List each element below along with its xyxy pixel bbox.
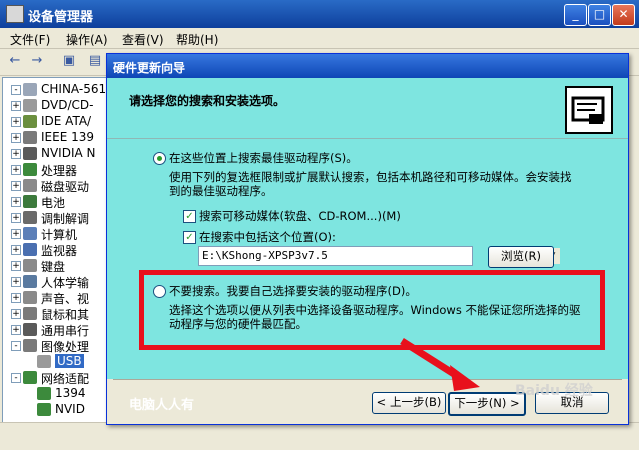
- checkbox-include-location-label[interactable]: 在搜索中包括这个位置(O):: [199, 229, 336, 245]
- device-icon: [23, 339, 37, 352]
- tree-item-label: 图像处理: [41, 340, 90, 354]
- device-icon: [23, 227, 37, 240]
- properties-icon[interactable]: ▣: [60, 53, 78, 69]
- expand-icon[interactable]: +: [11, 133, 21, 143]
- tree-item-label: 鼠标和其: [41, 308, 90, 322]
- menu-action[interactable]: 操作(A): [66, 31, 108, 48]
- expand-icon[interactable]: +: [11, 277, 21, 287]
- collapse-icon[interactable]: -: [11, 373, 21, 383]
- device-icon: [23, 307, 37, 320]
- highlight-box: [139, 270, 605, 350]
- close-button[interactable]: ✕: [612, 4, 635, 26]
- watermark-text: 电脑人人有: [129, 398, 195, 413]
- title-bar[interactable]: 设备管理器 _ □ ✕: [0, 0, 639, 28]
- option1-description-line2: 到的最佳驱动程序。: [169, 184, 273, 198]
- baidu-watermark: Baidu 经验: [515, 383, 593, 399]
- menu-file[interactable]: 文件(F): [10, 31, 50, 48]
- device-icon: [23, 211, 37, 224]
- red-arrow-icon: [400, 338, 480, 391]
- wizard-heading: 请选择您的搜索和安装选项。: [129, 94, 286, 108]
- location-path-value: E:\KShong-XPSP3v7.5: [202, 249, 328, 262]
- expand-icon[interactable]: +: [11, 293, 21, 303]
- expand-icon[interactable]: +: [11, 261, 21, 271]
- back-arrow-icon[interactable]: ←: [6, 53, 24, 69]
- tree-item-label: 通用串行: [41, 324, 90, 338]
- device-icon: [23, 195, 37, 208]
- expand-icon[interactable]: +: [11, 213, 21, 223]
- tree-item-label: IEEE 139: [41, 130, 95, 144]
- menu-help[interactable]: 帮助(H): [176, 31, 218, 48]
- tree-item-label: 人体学输: [41, 276, 90, 290]
- tree-item-label: 电池: [41, 196, 66, 210]
- device-icon: [23, 371, 37, 384]
- tree-item-label: NVIDIA N: [41, 146, 96, 160]
- tree-item-label: 键盘: [41, 260, 66, 274]
- device-icon: [23, 147, 37, 160]
- expand-icon[interactable]: +: [11, 197, 21, 207]
- tree-item-label: 磁盘驱动: [41, 180, 90, 194]
- device-icon: [23, 115, 37, 128]
- tree-item-label: NVID: [55, 402, 85, 416]
- checkbox-include-location[interactable]: ✓: [183, 231, 196, 244]
- expand-icon[interactable]: +: [11, 101, 21, 111]
- wizard-title: 硬件更新向导: [113, 61, 186, 75]
- wizard-title-bar[interactable]: 硬件更新向导: [107, 54, 628, 78]
- device-icon: [37, 387, 51, 400]
- tree-item-label: 网络适配: [41, 372, 90, 386]
- browse-button[interactable]: 浏览(R): [488, 246, 554, 268]
- device-icon: [23, 131, 37, 144]
- expand-icon[interactable]: +: [11, 309, 21, 319]
- menu-bar: 文件(F) 操作(A) 查看(V) 帮助(H): [0, 28, 639, 49]
- checkbox-removable-media-label[interactable]: 搜索可移动媒体(软盘、CD-ROM...)(M): [199, 208, 401, 224]
- radio-search-locations[interactable]: [153, 152, 166, 165]
- device-manager-icon: [6, 5, 24, 23]
- tree-item-label: DVD/CD-: [41, 98, 94, 112]
- checkbox-removable-media[interactable]: ✓: [183, 210, 196, 223]
- expand-icon[interactable]: +: [11, 229, 21, 239]
- tree-item-label: 处理器: [41, 164, 78, 178]
- tree-item-label: 1394: [55, 386, 86, 400]
- device-icon: [37, 403, 51, 416]
- expand-icon[interactable]: +: [11, 245, 21, 255]
- forward-arrow-icon[interactable]: →: [28, 53, 46, 69]
- device-icon: [23, 163, 37, 176]
- device-icon: [23, 323, 37, 336]
- maximize-button[interactable]: □: [588, 4, 611, 26]
- tree-item-label: 调制解调: [41, 212, 90, 226]
- device-icon: [23, 259, 37, 272]
- status-bar: [0, 422, 639, 450]
- device-icon: [23, 99, 37, 112]
- wizard-header: 请选择您的搜索和安装选项。: [107, 78, 628, 139]
- hardware-update-wizard: 硬件更新向导 请选择您的搜索和安装选项。 在这些位置上搜索最佳驱动程序(S)。 …: [106, 53, 629, 425]
- device-icon: [23, 275, 37, 288]
- tree-item-label: 监视器: [41, 244, 78, 258]
- tree-item-label: 计算机: [41, 228, 78, 242]
- minimize-button[interactable]: _: [564, 4, 587, 26]
- collapse-icon[interactable]: -: [11, 341, 21, 351]
- expand-icon[interactable]: +: [11, 325, 21, 335]
- menu-view[interactable]: 查看(V): [122, 31, 164, 48]
- print-icon[interactable]: ▤: [86, 53, 104, 69]
- device-icon: [23, 243, 37, 256]
- expand-icon[interactable]: +: [11, 149, 21, 159]
- expand-icon[interactable]: +: [11, 165, 21, 175]
- hardware-icon-graphic: [571, 96, 605, 124]
- window-title: 设备管理器: [28, 10, 94, 25]
- device-icon: [37, 355, 51, 368]
- expand-icon[interactable]: +: [11, 117, 21, 127]
- option1-label[interactable]: 在这些位置上搜索最佳驱动程序(S)。: [169, 150, 358, 166]
- location-path-input[interactable]: E:\KShong-XPSP3v7.5 ▼: [198, 246, 560, 266]
- back-button[interactable]: < 上一步(B): [372, 392, 446, 414]
- tree-item-label: CHINA-561E0: [41, 82, 111, 96]
- collapse-icon[interactable]: -: [11, 85, 21, 95]
- tree-item-label: USB: [55, 354, 84, 368]
- device-icon: [23, 179, 37, 192]
- hardware-icon: [565, 86, 613, 134]
- device-tree[interactable]: - CHINA-561E0 + DVD/CD- + IDE ATA/ + IEEE 139 + N…: [2, 77, 112, 424]
- tree-item-label: 声音、视: [41, 292, 90, 306]
- device-icon: [23, 83, 37, 96]
- device-icon: [23, 291, 37, 304]
- tree-item-label: IDE ATA/: [41, 114, 92, 128]
- expand-icon[interactable]: +: [11, 181, 21, 191]
